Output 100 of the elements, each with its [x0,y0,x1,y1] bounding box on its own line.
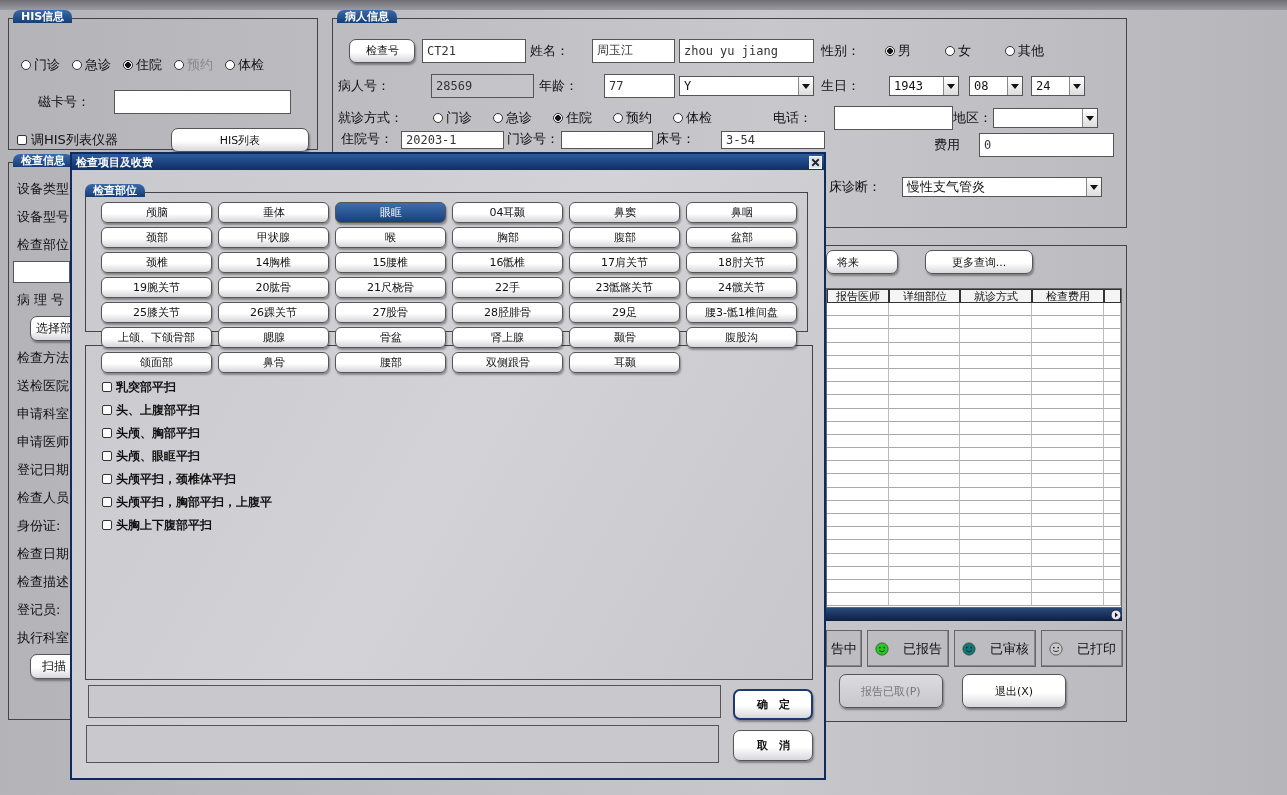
region-dropdown[interactable] [993,107,1098,128]
body-part-button[interactable]: 18肘关节 [686,252,797,273]
body-part-button[interactable]: 鼻窦 [569,202,680,223]
column-header[interactable]: 报告医师 [827,289,889,303]
text-field[interactable] [88,685,721,718]
input-field[interactable] [561,131,653,149]
checkbox[interactable]: 乳突部平扫 [102,379,812,395]
body-part-button[interactable]: 盆部 [686,227,797,248]
status-button[interactable]: 告中 [826,630,862,667]
input-field[interactable]: zhou yu jiang [679,38,814,63]
body-part-button[interactable]: 04耳颞 [452,202,563,223]
body-part-button[interactable]: 21尺桡骨 [335,277,446,298]
body-part-button[interactable]: 15腰椎 [335,252,446,273]
body-part-button[interactable]: 骨盆 [335,327,446,348]
body-part-button[interactable]: 19腕关节 [101,277,212,298]
dialog-button[interactable]: 取 消 [733,730,813,761]
body-part-button[interactable]: 上颌、下颌骨部 [101,327,212,348]
body-part-button[interactable]: 17肩关节 [569,252,680,273]
body-part-button[interactable]: 颞骨 [569,327,680,348]
body-part-button[interactable]: 颌面部 [101,352,212,373]
checkbox[interactable]: 头颅、胸部平扫 [102,425,812,441]
radio-option[interactable]: 住院 [123,56,162,74]
status-button[interactable]: 已打印 [1041,630,1123,667]
radio-option[interactable]: 体检 [673,108,733,127]
radio-option[interactable]: 急诊 [493,108,553,127]
query-button[interactable]: 将来 [826,250,898,274]
scroll-right-icon[interactable] [1110,608,1122,621]
horizontal-scrollbar[interactable] [826,608,1122,621]
body-part-button[interactable]: 眼眶 [335,202,446,223]
body-part-button[interactable]: 14胸椎 [218,252,329,273]
input-field[interactable] [114,90,291,114]
radio-option[interactable]: 体检 [225,56,264,74]
input-field[interactable]: CT21 [422,38,526,63]
body-part-button[interactable]: 颈椎 [101,252,212,273]
input-field[interactable] [13,261,70,283]
input-field[interactable]: 0 [979,133,1114,157]
body-part-button[interactable]: 双侧跟骨 [452,352,563,373]
diagnosis-dropdown[interactable]: 慢性支气管炎 [902,176,1102,197]
body-part-button[interactable]: 20肱骨 [218,277,329,298]
body-part-button[interactable]: 颅脑 [101,202,212,223]
exam-number-button[interactable]: 检查号 [349,38,415,63]
body-part-button[interactable]: 耳颞 [569,352,680,373]
input-field[interactable]: 3-54 [721,131,825,149]
text-field[interactable] [86,725,719,763]
radio-option[interactable]: 其他 [1005,41,1065,60]
month-dropdown[interactable]: 08 [969,75,1023,96]
body-part-button[interactable]: 肾上腺 [452,327,563,348]
body-part-button[interactable]: 腮腺 [218,327,329,348]
radio-option[interactable]: 男 [885,41,945,60]
body-part-button[interactable]: 26踝关节 [218,302,329,323]
body-part-button[interactable]: 25膝关节 [101,302,212,323]
column-header[interactable]: 就诊方式 [960,289,1032,303]
body-part-button[interactable]: 28胫腓骨 [452,302,563,323]
body-part-button[interactable]: 鼻咽 [686,202,797,223]
input-field[interactable] [834,105,953,130]
body-part-button[interactable]: 27股骨 [335,302,446,323]
table-cell [1103,395,1121,409]
year-dropdown[interactable]: 1943 [889,75,959,96]
checkbox[interactable]: 头颅平扫，颈椎体平扫 [102,471,812,487]
his-list-button[interactable]: HIS列表 [171,128,309,152]
column-header[interactable]: 检查费用 [1032,289,1104,303]
body-part-button[interactable]: 24髋关节 [686,277,797,298]
close-icon[interactable] [809,155,822,169]
radio-option[interactable]: 预约 [613,108,673,127]
body-part-button[interactable]: 鼻骨 [218,352,329,373]
field-label: 病 理 号 [17,291,65,309]
body-part-button[interactable]: 16骶椎 [452,252,563,273]
query-button[interactable]: 更多查询... [925,250,1033,274]
body-part-button[interactable]: 22手 [452,277,563,298]
action-button[interactable]: 退出(X) [962,674,1066,708]
body-part-button[interactable]: 腹股沟 [686,327,797,348]
body-part-button[interactable]: 喉 [335,227,446,248]
radio-option[interactable]: 女 [945,41,1005,60]
radio-option[interactable]: 门诊 [21,56,60,74]
body-part-button[interactable]: 颈部 [101,227,212,248]
checkbox[interactable]: 头颅、眼眶平扫 [102,448,812,464]
day-dropdown[interactable]: 24 [1031,75,1085,96]
status-button[interactable]: 已审核 [954,630,1036,667]
body-part-button[interactable]: 胸部 [452,227,563,248]
radio-option[interactable]: 急诊 [72,56,111,74]
status-button[interactable]: 已报告 [867,630,949,667]
checkbox[interactable]: 头、上腹部平扫 [102,402,812,418]
body-part-button[interactable]: 甲状腺 [218,227,329,248]
column-header[interactable]: 详细部位 [888,289,961,303]
input-field[interactable]: 77 [604,73,675,98]
checkbox[interactable]: 头颅平扫，胸部平扫，上腹平 [102,494,812,510]
radio-option[interactable]: 住院 [553,108,613,127]
body-part-button[interactable]: 腰3-骶1椎间盘 [686,302,797,323]
radio-option[interactable]: 门诊 [433,108,493,127]
body-part-button[interactable]: 垂体 [218,202,329,223]
checkbox[interactable]: 头胸上下腹部平扫 [102,517,812,533]
dialog-button[interactable]: 确 定 [733,689,813,720]
input-field[interactable]: 20203-1 [401,131,504,149]
body-part-button[interactable]: 腰部 [335,352,446,373]
body-part-button[interactable]: 23骶髂关节 [569,277,680,298]
body-part-button[interactable]: 29足 [569,302,680,323]
unit-dropdown[interactable]: Y [679,75,814,96]
body-part-button[interactable]: 腹部 [569,227,680,248]
input-field[interactable]: 周玉江 [592,38,675,63]
checkbox[interactable]: 调HIS列表仪器 [17,131,118,149]
